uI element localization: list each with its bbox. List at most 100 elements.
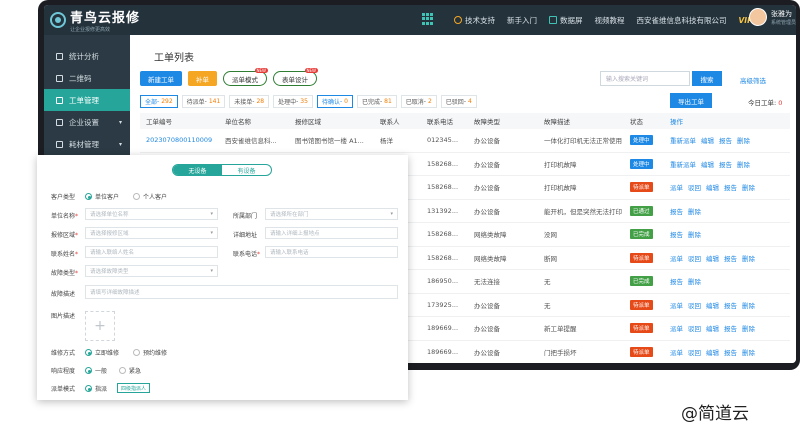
row-action-link[interactable]: 编辑 <box>706 182 719 192</box>
row-action-link[interactable]: 报告 <box>670 206 683 216</box>
row-action-link[interactable]: 重新派单 <box>670 159 696 169</box>
sidebar-item-qrcode[interactable]: 二维码 <box>44 67 130 89</box>
nav-beginner[interactable]: 新手入门 <box>507 15 537 26</box>
row-actions: 重新派单 编辑 报告 删除 <box>670 135 790 145</box>
image-upload[interactable]: + <box>85 311 115 341</box>
dispatch-assign-radio[interactable]: 指派 <box>85 384 107 393</box>
nav-data-screen[interactable]: 数据屏 <box>549 15 583 26</box>
dept-select[interactable]: 请选择所在部门 ▾ <box>265 208 398 220</box>
filter-chip[interactable]: 未接单 -28 <box>229 95 270 108</box>
search-input[interactable]: 输入搜索关键词 <box>600 71 690 86</box>
toolbar: 新建工单 补单 派单模式 NEW 表单设计 NEW <box>140 68 318 86</box>
status-badge: 已完成 <box>630 276 653 287</box>
search-button[interactable]: 搜索 <box>692 71 722 86</box>
repair-now-radio[interactable]: 立即维修 <box>85 348 119 357</box>
row-action-link[interactable]: 重新派单 <box>670 135 696 145</box>
row-action-link[interactable]: 驳回 <box>688 253 701 263</box>
device-toggle[interactable]: 无设备 有设备 <box>172 164 272 176</box>
today-count: 今日工单: 0 <box>748 99 783 107</box>
filter-chip[interactable]: 已驳回 -4 <box>440 95 477 108</box>
unit-name-select[interactable]: 请选择单位名称 ▾ <box>85 208 218 220</box>
priority-urgent-radio[interactable]: 紧急 <box>119 366 141 375</box>
filter-chip[interactable]: 已取消 -2 <box>400 95 437 108</box>
row-action-link[interactable]: 编辑 <box>706 323 719 333</box>
priority-normal-radio[interactable]: 一般 <box>85 366 107 375</box>
sidebar-item-consumables[interactable]: 耗材管理 ▾ <box>44 133 130 155</box>
app-logo[interactable]: 青鸟云报修 让企业报修更高效 <box>44 7 164 33</box>
row-action-link[interactable]: 驳回 <box>688 347 701 357</box>
row-action-link[interactable]: 报告 <box>724 253 737 263</box>
row-action-link[interactable]: 删除 <box>688 229 701 239</box>
advanced-filter-link[interactable]: 高级筛选 <box>740 75 766 85</box>
row-action-link[interactable]: 报告 <box>670 276 683 286</box>
row-action-link[interactable]: 驳回 <box>688 323 701 333</box>
row-action-link[interactable]: 删除 <box>742 347 755 357</box>
filter-chip[interactable]: 待派单 -141 <box>181 95 226 108</box>
row-action-link[interactable]: 报告 <box>724 323 737 333</box>
page-title: 工单列表 <box>154 53 194 64</box>
fault-type-select[interactable]: 请选择故障类型 ▾ <box>85 265 218 277</box>
chevron-down-icon: ▾ <box>390 211 393 217</box>
priority-label: 响应程度 <box>51 368 76 375</box>
customer-unit-radio[interactable]: 单位客户 <box>85 192 119 201</box>
row-action-link[interactable]: 编辑 <box>706 347 719 357</box>
row-action-link[interactable]: 报告 <box>724 347 737 357</box>
filter-chip[interactable]: 处理中 -35 <box>273 95 313 108</box>
form-design-button[interactable]: 表单设计 NEW <box>273 68 318 86</box>
row-action-link[interactable]: 删除 <box>742 253 755 263</box>
contact-input[interactable]: 请输入联络人姓名 <box>85 246 218 258</box>
row-action-link[interactable]: 删除 <box>737 159 750 169</box>
address-input[interactable]: 请输入详细上报地点 <box>265 227 398 239</box>
row-action-link[interactable]: 删除 <box>737 135 750 145</box>
nav-video-tutorial[interactable]: 视频教程 <box>595 15 625 26</box>
sidebar-item-statistics[interactable]: 统计分析 <box>44 45 130 67</box>
user-menu[interactable]: 张雅为 系统管理员 <box>748 8 796 26</box>
row-action-link[interactable]: 编辑 <box>706 253 719 263</box>
phone-input[interactable]: 请输入联系电话 <box>265 246 398 258</box>
row-action-link[interactable]: 编辑 <box>706 300 719 310</box>
row-action-link[interactable]: 编辑 <box>701 135 714 145</box>
table-cell[interactable]: 2023070800110009 <box>140 136 225 144</box>
area-select[interactable]: 请选择报修区域 ▾ <box>85 227 218 239</box>
nav-tech-support[interactable]: 技术支持 <box>454 15 495 26</box>
row-action-link[interactable]: 派单 <box>670 182 683 192</box>
dispatch-assignee-tag[interactable]: 四级指派人 <box>117 383 151 393</box>
list-icon <box>56 96 63 104</box>
row-action-link[interactable]: 报告 <box>670 229 683 239</box>
row-action-link[interactable]: 报告 <box>719 135 732 145</box>
export-button[interactable]: 导出工单 <box>670 93 712 108</box>
customer-person-radio[interactable]: 个人客户 <box>133 192 167 201</box>
sidebar-item-enterprise-settings[interactable]: 企业设置 ▾ <box>44 111 130 133</box>
fault-desc-textarea[interactable]: 请填写详细故障描述 <box>85 285 398 299</box>
row-action-link[interactable]: 派单 <box>670 323 683 333</box>
row-action-link[interactable]: 驳回 <box>688 182 701 192</box>
new-order-button[interactable]: 新建工单 <box>140 71 182 86</box>
table-row[interactable]: 2023070800110009 西安雀维信息科... 图书馆图书馆一楼 A1...… <box>140 129 790 153</box>
apps-grid-icon[interactable] <box>422 13 434 25</box>
row-action-link[interactable]: 派单 <box>670 253 683 263</box>
dispatch-mode-button[interactable]: 派单模式 NEW <box>223 68 268 86</box>
supplement-button[interactable]: 补单 <box>188 71 217 86</box>
row-action-link[interactable]: 删除 <box>688 276 701 286</box>
row-action-link[interactable]: 报告 <box>724 300 737 310</box>
row-action-link[interactable]: 派单 <box>670 347 683 357</box>
row-action-link[interactable]: 报告 <box>719 159 732 169</box>
watermark: @简道云 <box>681 404 749 424</box>
row-action-link[interactable]: 派单 <box>670 300 683 310</box>
filter-chip[interactable]: 全部 -292 <box>140 95 178 108</box>
table-cell: 打印机故障 <box>544 184 577 193</box>
row-action-link[interactable]: 删除 <box>742 182 755 192</box>
row-action-link[interactable]: 报告 <box>724 182 737 192</box>
row-action-link[interactable]: 驳回 <box>688 300 701 310</box>
row-action-link[interactable]: 删除 <box>742 323 755 333</box>
sidebar-item-work-orders[interactable]: 工单管理 <box>44 89 130 111</box>
filter-chip[interactable]: 待确认 -0 <box>316 95 353 108</box>
filter-chip[interactable]: 已完成 -81 <box>356 95 397 108</box>
row-action-link[interactable]: 编辑 <box>701 159 714 169</box>
repair-later-radio[interactable]: 预约维修 <box>133 348 167 357</box>
seg-no-device[interactable]: 无设备 <box>173 165 222 175</box>
row-action-link[interactable]: 删除 <box>742 300 755 310</box>
row-action-link[interactable]: 删除 <box>688 206 701 216</box>
seg-with-device[interactable]: 有设备 <box>222 165 271 175</box>
user-role: 系统管理员 <box>770 19 796 26</box>
